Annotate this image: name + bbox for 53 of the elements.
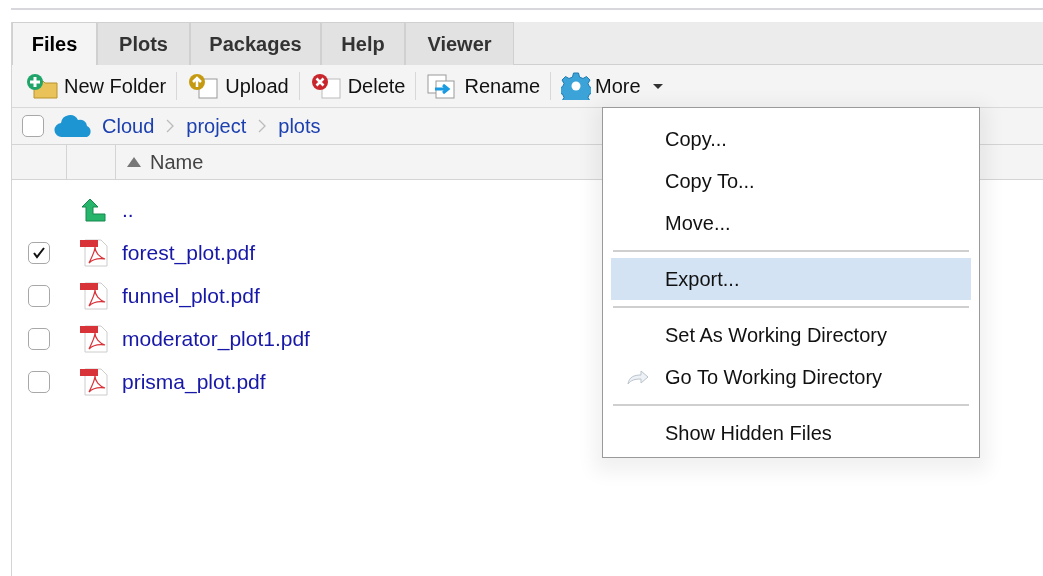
check-icon	[32, 245, 46, 260]
menu-item-label: Set As Working Directory	[665, 323, 887, 347]
pdf-file-icon	[79, 281, 109, 310]
pdf-file-icon	[79, 367, 109, 396]
file-link[interactable]: funnel_plot.pdf	[122, 283, 260, 308]
menu-item-label: Export...	[665, 267, 740, 291]
menu-item[interactable]: Move...	[611, 202, 971, 244]
select-all-checkbox[interactable]	[22, 115, 44, 137]
menu-item-label: Go To Working Directory	[665, 365, 883, 389]
toolbar-button[interactable]: New Folder	[22, 68, 171, 104]
file-link[interactable]: ..	[122, 197, 134, 222]
menu-item-label: Show Hidden Files	[665, 421, 832, 445]
forward-arrow-icon	[626, 369, 650, 385]
chevron-icon	[258, 119, 267, 133]
chevron-icon	[166, 119, 175, 133]
column-header[interactable]: Name	[116, 145, 204, 179]
menu-item[interactable]: Export...	[611, 258, 971, 300]
breadcrumb-link[interactable]: project	[186, 114, 247, 138]
menu-item-label: Move...	[665, 211, 731, 235]
menu-item[interactable]: Go To Working Directory	[611, 356, 971, 398]
up-arrow-icon	[80, 197, 108, 222]
row-checkbox[interactable]	[28, 241, 50, 264]
column-label: Name	[150, 150, 204, 174]
cloud-icon	[54, 114, 94, 138]
file-link[interactable]: prisma_plot.pdf	[122, 369, 266, 394]
delete-icon	[309, 73, 344, 99]
row-checkbox[interactable]	[28, 327, 50, 350]
tab[interactable]: Help	[321, 22, 405, 65]
file-link[interactable]: forest_plot.pdf	[122, 240, 256, 265]
row-checkbox[interactable]	[28, 284, 50, 307]
menu-item[interactable]: Copy...	[611, 118, 971, 160]
toolbar-button[interactable]: Rename	[422, 68, 545, 104]
menu-item[interactable]: Set As Working Directory	[611, 314, 971, 356]
folder-plus-icon	[26, 73, 60, 99]
toolbar-button[interactable]: Upload	[183, 68, 293, 104]
pdf-file-icon	[79, 238, 109, 267]
tab[interactable]: Packages	[190, 22, 321, 65]
toolbar-button[interactable]: More	[557, 68, 667, 104]
tab[interactable]: Plots	[97, 22, 190, 65]
breadcrumb-link[interactable]: plots	[278, 114, 321, 138]
gear-icon	[561, 72, 592, 100]
tab[interactable]: Files	[12, 22, 97, 65]
tab[interactable]: Viewer	[405, 22, 514, 65]
menu-item[interactable]: Show Hidden Files	[611, 412, 971, 454]
file-link[interactable]: moderator_plot1.pdf	[122, 326, 310, 351]
menu-item[interactable]: Copy To...	[611, 160, 971, 202]
sort-ascending-icon	[126, 156, 142, 168]
menu-item-label: Copy...	[665, 127, 727, 151]
toolbar-button[interactable]: Delete	[305, 68, 410, 104]
menu-item-label: Copy To...	[665, 169, 755, 193]
row-checkbox[interactable]	[28, 370, 50, 393]
pdf-file-icon	[79, 324, 109, 353]
breadcrumb-link[interactable]: Cloud	[102, 114, 155, 138]
